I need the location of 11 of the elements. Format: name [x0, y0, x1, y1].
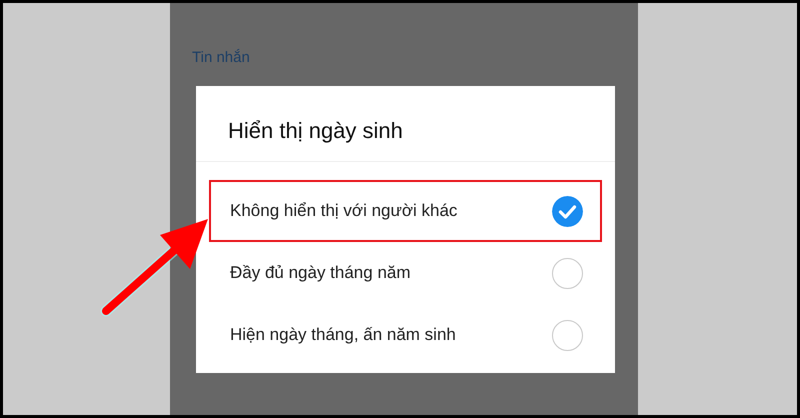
- option-row[interactable]: Hiện ngày tháng, ấn năm sinh: [209, 304, 602, 366]
- option-label: Không hiển thị với người khác: [230, 200, 458, 222]
- option-row[interactable]: Đầy đủ ngày tháng năm: [209, 242, 602, 304]
- checked-radio-icon[interactable]: [552, 196, 583, 226]
- radio-icon[interactable]: [552, 258, 583, 288]
- option-label: Hiện ngày tháng, ấn năm sinh: [230, 324, 456, 346]
- option-row[interactable]: Không hiển thị với người khác: [209, 180, 602, 242]
- option-label: Đầy đủ ngày tháng năm: [230, 262, 411, 284]
- radio-icon[interactable]: [552, 320, 583, 350]
- dialog-title: Hiển thị ngày sinh: [196, 86, 615, 162]
- section-title: Tin nhắn: [192, 48, 251, 68]
